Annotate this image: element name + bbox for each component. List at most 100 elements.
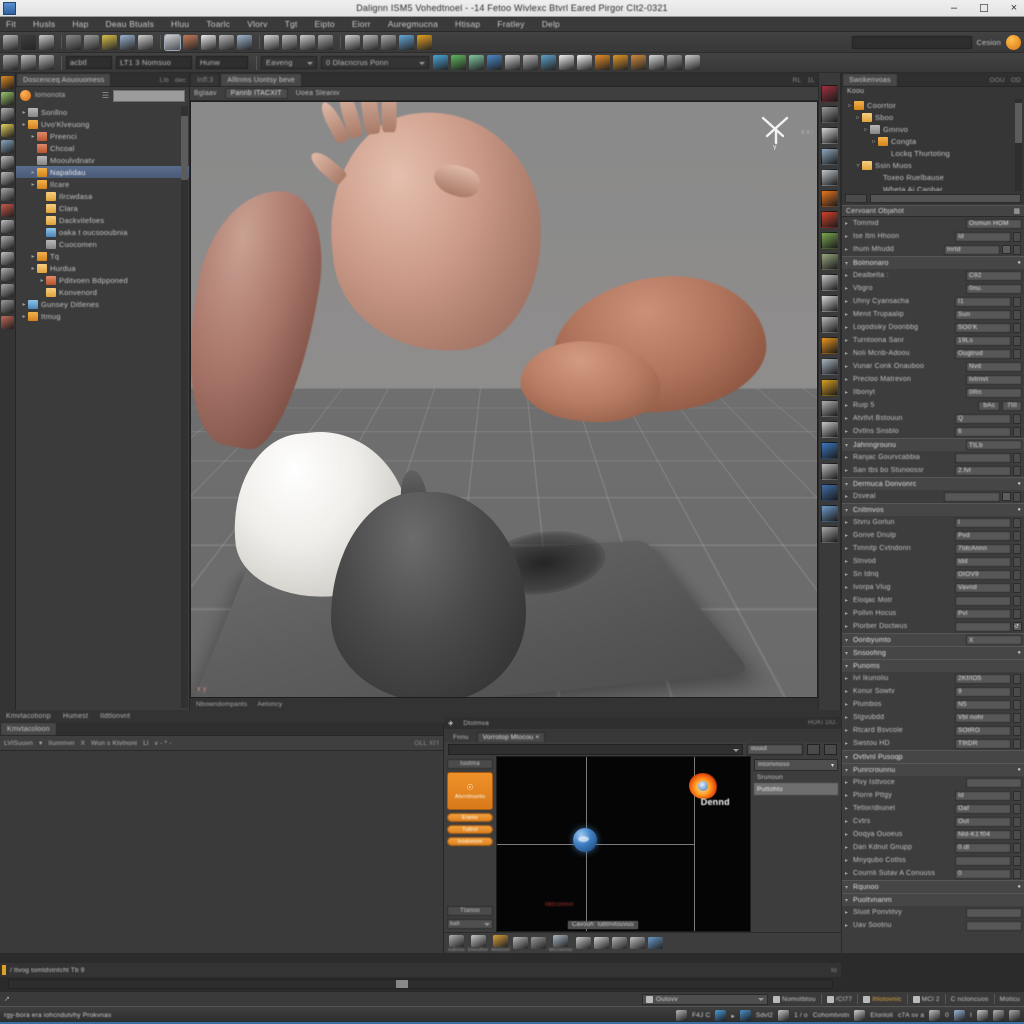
wireframe-icon[interactable] <box>821 400 838 417</box>
viewport-status-0[interactable]: Nbowndompants <box>196 701 247 708</box>
globe-green-icon[interactable] <box>821 232 838 249</box>
attribute-value[interactable]: Sun <box>955 309 1011 320</box>
banner-orange-icon[interactable] <box>821 337 838 354</box>
outliner-node[interactable]: ▸ Gunsey Ditlenes <box>16 298 189 310</box>
attribute-value[interactable]: Vavnd <box>955 582 1011 593</box>
menu-item-2[interactable]: Hap <box>72 19 88 29</box>
photo-tool-icon[interactable] <box>1 316 14 329</box>
row-expand-arrow[interactable]: ▸ <box>845 519 853 526</box>
sofa-icon[interactable] <box>821 127 838 144</box>
attribute-row[interactable]: ▸ Ihum Mhudd lnrtd <box>842 243 1024 256</box>
attribute-value[interactable]: 19Ls <box>955 335 1011 346</box>
scene-tree-node[interactable]: ▹ Gmnvo <box>846 123 1012 135</box>
tray-label-5[interactable]: Cohomtvstn <box>813 1012 850 1019</box>
tree-expand-arrow[interactable]: ▹ <box>846 102 854 109</box>
menu-item-5[interactable]: Toarlc <box>206 19 230 29</box>
lasso-select-icon[interactable] <box>39 34 54 50</box>
row-expand-arrow[interactable]: ▸ <box>845 467 853 474</box>
row-expand-arrow[interactable]: ▸ <box>845 870 853 877</box>
row-expand-arrow[interactable]: ▾ <box>845 442 853 449</box>
attribute-value[interactable]: SOtRO <box>955 725 1011 736</box>
red-marker-icon[interactable] <box>1 204 14 217</box>
attribute-section[interactable]: ▾ Punrcrounnu ● <box>842 763 1024 776</box>
outliner-node[interactable]: ▸ Itmug <box>16 310 189 322</box>
grid-select-icon[interactable] <box>1 92 14 105</box>
attribute-value[interactable]: 9 <box>955 686 1011 697</box>
flame-node-icon[interactable] <box>689 772 718 799</box>
command-line-text[interactable]: / ttvog tomtdstntcht Tb 9 <box>10 967 85 974</box>
attribute-row[interactable]: ▸ Plumbos N5 <box>842 698 1024 711</box>
status-item-0[interactable]: Nomotbtou <box>773 995 816 1003</box>
media-icon[interactable] <box>715 1010 727 1021</box>
attribute-value[interactable] <box>955 621 1011 632</box>
brush-node-icon[interactable] <box>629 937 645 949</box>
row-dot-icon[interactable]: ● <box>1017 884 1021 890</box>
printer-tray-icon[interactable] <box>854 1010 866 1021</box>
tree-expand-arrow[interactable]: ▿ <box>854 162 862 169</box>
chart-blue-icon[interactable] <box>821 442 838 459</box>
attribute-row[interactable]: ▸ Konur Sowtv 9 <box>842 685 1024 698</box>
spinner[interactable] <box>1013 712 1021 723</box>
modeling-icon[interactable] <box>469 55 484 70</box>
spinner[interactable] <box>1013 348 1021 359</box>
attribute-value[interactable]: tdd <box>955 556 1011 567</box>
layers-icon[interactable] <box>363 34 378 50</box>
attribute-section[interactable]: ▾ Jahnngrounu TtLb <box>842 438 1024 451</box>
time-slider-thumb[interactable] <box>395 980 408 988</box>
fire-orange-icon[interactable] <box>821 190 838 207</box>
filmstrip-icon[interactable] <box>1 140 14 153</box>
spinner[interactable] <box>1013 296 1021 307</box>
blue-sphere-icon[interactable] <box>821 484 838 501</box>
scene-tree-node[interactable]: Toxeo Ruelbause <box>846 171 1012 183</box>
filter-icon[interactable] <box>824 743 837 755</box>
graph-editor-icon[interactable] <box>821 505 838 522</box>
row-dot-icon[interactable]: ● <box>1017 481 1021 487</box>
row-expand-arrow[interactable]: ▸ <box>845 922 853 929</box>
grid-tray-icon[interactable] <box>977 1010 988 1021</box>
row-expand-arrow[interactable]: ▸ <box>845 857 853 864</box>
window-tool-icon[interactable] <box>1 108 14 121</box>
outliner-node[interactable]: Mooulvdnatv <box>16 154 189 166</box>
row-expand-arrow[interactable]: ▸ <box>845 701 853 708</box>
attribute-value[interactable]: Vbl nohr <box>955 712 1011 723</box>
scene-tree-scrollbar[interactable] <box>1015 99 1022 191</box>
attribute-value[interactable]: T9tDR <box>955 738 1011 749</box>
node-graph-field[interactable]: ouuut <box>747 743 803 755</box>
attribute-value[interactable] <box>955 452 1011 463</box>
attribute-value[interactable]: Out <box>955 816 1011 827</box>
spinner[interactable] <box>1013 543 1021 554</box>
scene-tree-right-2[interactable]: OD <box>1011 77 1021 84</box>
attribute-value[interactable]: Nld-K1'f04 <box>955 829 1011 840</box>
row-expand-arrow[interactable]: ▸ <box>845 220 853 227</box>
spinner[interactable] <box>1013 699 1021 710</box>
attribute-value[interactable]: 2.fvl <box>955 465 1011 476</box>
tray-label-1[interactable]: F4J C <box>692 1012 710 1019</box>
cube-icon[interactable] <box>821 253 838 270</box>
paint-select-icon[interactable] <box>66 34 81 50</box>
move-tool-icon[interactable] <box>84 34 99 50</box>
filter-icon[interactable]: ☰ <box>102 91 109 100</box>
bottom-tab-1[interactable]: Humest <box>63 713 88 720</box>
globe-node-icon[interactable] <box>647 937 663 949</box>
attribute-row[interactable]: ▸ Atvtlvt Bstouun Q <box>842 412 1024 425</box>
close-button[interactable]: × <box>1006 2 1022 14</box>
attribute-row[interactable]: ▸ San tbs bo Stunoossr 2.fvl <box>842 464 1024 477</box>
outliner-node[interactable]: Konvenord <box>16 286 189 298</box>
tree-expand-arrow[interactable]: ▸ <box>20 121 28 128</box>
spinner[interactable] <box>1013 426 1021 437</box>
row-expand-arrow[interactable]: ▸ <box>845 909 853 916</box>
spinner[interactable] <box>1013 582 1021 593</box>
toolbar2-combo-1[interactable]: Eaveng <box>261 56 317 69</box>
attribute-value[interactable]: OIOV9 <box>955 569 1011 580</box>
attribute-row[interactable]: ▸ Logodsiky Doonbbg SO0'K <box>842 321 1024 334</box>
outliner-search-input[interactable] <box>113 89 185 102</box>
attribute-row[interactable]: ▸ Ruip 5 bAc 7III <box>842 399 1024 412</box>
panel-tool-icon[interactable] <box>1 220 14 233</box>
attribute-row[interactable]: ▸ Swstou HD T9tDR <box>842 737 1024 750</box>
layer-select[interactable]: Outovv <box>642 993 769 1005</box>
attribute-row[interactable]: ▸ Ranjac Gourvcabbia <box>842 451 1024 464</box>
toolbar-search-input[interactable] <box>852 35 973 49</box>
link-node-icon[interactable]: Iutbvou <box>448 934 465 952</box>
outliner-tree[interactable]: ▸ Sonllno ▸ Uvo'Klveuong ▸ Preenci Chcoal Mooul… <box>16 104 189 710</box>
row-expand-arrow[interactable]: ▸ <box>845 714 853 721</box>
